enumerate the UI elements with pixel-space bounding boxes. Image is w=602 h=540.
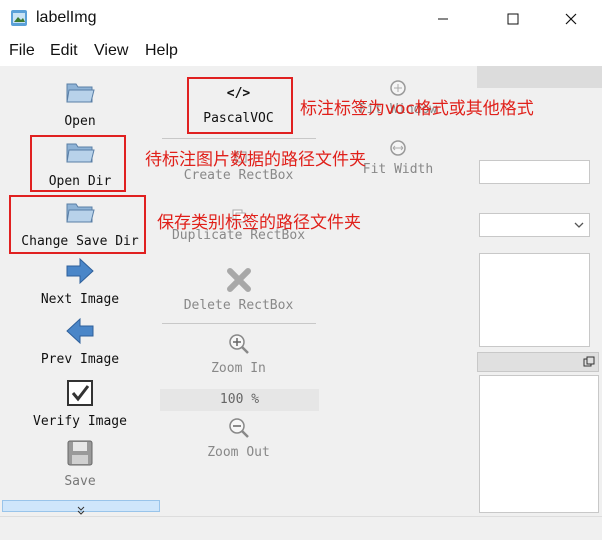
- save-label: Save: [64, 474, 96, 489]
- prev-image-button[interactable]: Prev Image: [0, 316, 160, 367]
- zoom-out-icon: [228, 418, 249, 438]
- open-label: Open: [64, 114, 96, 129]
- zoom-in-label: Zoom In: [211, 361, 266, 376]
- verify-image-label: Verify Image: [33, 414, 127, 429]
- next-image-label: Next Image: [40, 292, 120, 307]
- label-list[interactable]: [479, 253, 590, 347]
- create-rectbox-label: Create RectBox: [183, 168, 294, 183]
- arrow-right-icon: [66, 257, 94, 285]
- menu-view[interactable]: View: [94, 42, 128, 60]
- label-dropdown[interactable]: [479, 213, 590, 237]
- window-title: labelImg: [36, 9, 97, 26]
- highlight-box-format: [187, 77, 293, 134]
- open-button[interactable]: Open: [0, 76, 160, 129]
- maximize-icon: [507, 13, 519, 25]
- close-icon: [565, 13, 577, 25]
- minimize-button[interactable]: [420, 0, 466, 38]
- float-dock-icon[interactable]: [583, 356, 595, 368]
- annotation-format: 标注标签为voc格式或其他格式: [300, 99, 534, 119]
- fit-width-icon: [390, 140, 406, 156]
- chevron-down-icon: [574, 222, 584, 228]
- zoom-in-button[interactable]: Zoom In: [160, 333, 317, 376]
- app-icon: [11, 10, 27, 26]
- toolbar-expand-button[interactable]: [2, 500, 160, 515]
- zoom-out-button[interactable]: Zoom Out: [160, 417, 317, 460]
- verify-image-button[interactable]: Verify Image: [0, 378, 160, 429]
- separator: [162, 138, 316, 139]
- delete-rectbox-label: Delete RectBox: [183, 298, 294, 313]
- minimize-icon: [438, 18, 448, 20]
- menu-file[interactable]: File: [9, 42, 35, 60]
- save-button[interactable]: Save: [0, 438, 160, 489]
- menu-bar: File Edit View Help: [0, 38, 602, 66]
- menu-help[interactable]: Help: [145, 42, 178, 60]
- dock-title-bar: [477, 66, 602, 88]
- status-bar: [0, 516, 602, 540]
- label-input[interactable]: [479, 160, 590, 184]
- title-bar: labelImg: [0, 0, 602, 38]
- right-dock-panel: [477, 66, 602, 516]
- checkbox-icon: [67, 380, 93, 406]
- separator: [162, 323, 316, 324]
- file-list[interactable]: [479, 375, 599, 513]
- save-icon: [67, 440, 93, 466]
- next-image-button[interactable]: Next Image: [0, 256, 160, 307]
- highlight-box-open-dir: [30, 135, 126, 192]
- menu-edit[interactable]: Edit: [50, 42, 78, 60]
- zoom-in-icon: [228, 334, 249, 354]
- chevron-down-icon: [77, 506, 85, 515]
- zoom-out-label: Zoom Out: [207, 445, 270, 460]
- delete-x-icon: [226, 268, 251, 292]
- highlight-box-save-dir: [9, 195, 146, 254]
- arrow-left-icon: [66, 317, 94, 345]
- prev-image-label: Prev Image: [40, 352, 120, 367]
- folder-icon: [66, 83, 95, 103]
- maximize-button[interactable]: [490, 0, 536, 38]
- file-list-dock-title: [477, 352, 599, 372]
- zoom-value-spinbox[interactable]: 100 %: [160, 389, 319, 411]
- delete-rectbox-button[interactable]: Delete RectBox: [160, 266, 317, 313]
- annotation-open-dir: 待标注图片数据的路径文件夹: [145, 150, 366, 170]
- close-button[interactable]: [548, 0, 594, 38]
- annotation-save-dir: 保存类别标签的路径文件夹: [157, 213, 361, 233]
